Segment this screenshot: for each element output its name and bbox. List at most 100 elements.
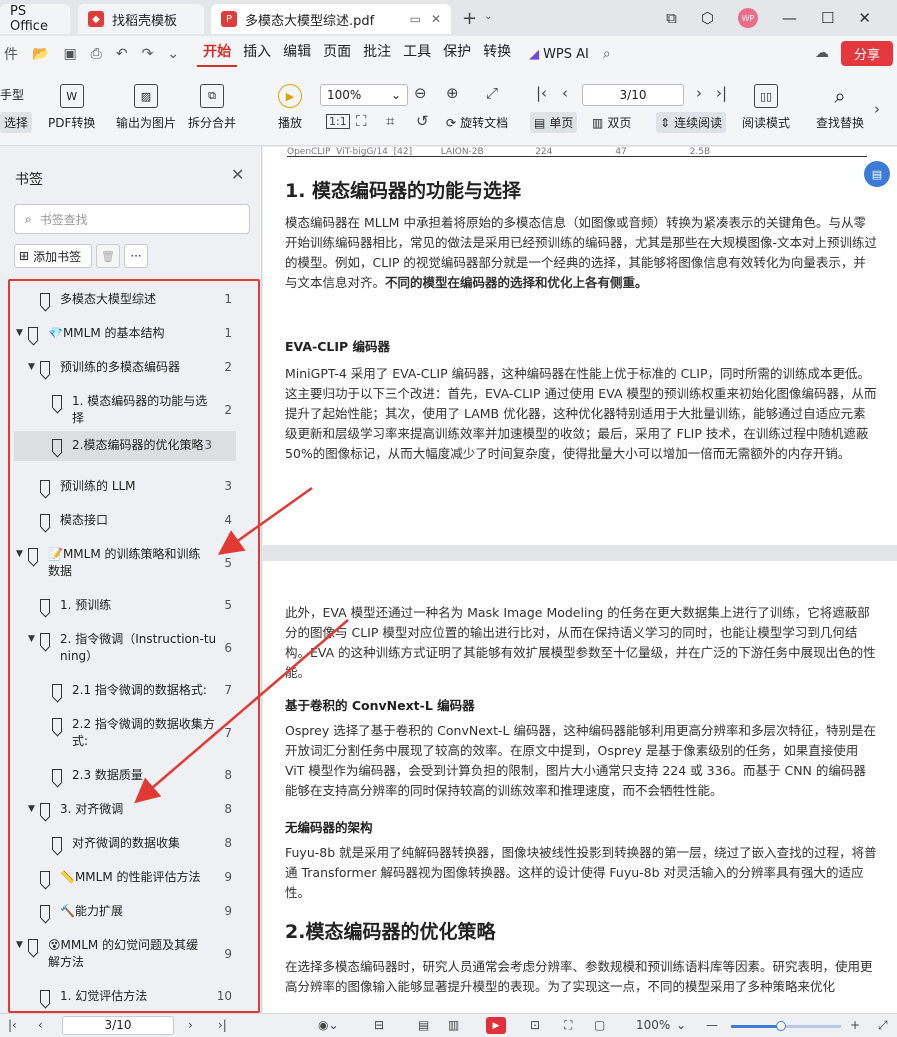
maximize-icon[interactable]: ☐ xyxy=(821,9,834,27)
next-page-icon[interactable]: › xyxy=(188,1018,193,1032)
status-zoom[interactable]: 100% xyxy=(636,1018,670,1032)
double-page-button[interactable]: ▥ 双页 xyxy=(592,114,631,131)
bookmark-item[interactable]: 多模态大模型综述 1 xyxy=(10,291,260,311)
expand-caret-icon[interactable]: ▼ xyxy=(28,634,35,644)
bookmark-item[interactable]: ▼ 预训练的多模态编码器 2 xyxy=(10,359,260,379)
fit-icon[interactable]: ⊡ xyxy=(530,1018,540,1032)
fullscreen-icon[interactable]: ⤢ xyxy=(878,1018,888,1033)
select-tool[interactable]: 选择 xyxy=(0,112,33,133)
bookmark-item[interactable]: 2.1 指令微调的数据格式: 7 xyxy=(10,682,260,702)
bookmark-item[interactable]: 🔨能力扩展 9 xyxy=(10,903,260,923)
screen-icon[interactable]: ▢ xyxy=(594,1018,605,1032)
single-page-button[interactable]: ▤ 单页 xyxy=(530,112,578,133)
chevron-down-icon[interactable]: ⌄ xyxy=(676,1018,686,1032)
status-page-input[interactable]: 3/10 xyxy=(62,1016,174,1035)
menu-item[interactable]: 插入 xyxy=(237,41,277,67)
zoom-out-icon[interactable]: ⊖ xyxy=(414,84,427,102)
rotate-left-icon[interactable]: ↺ xyxy=(416,112,429,130)
new-tab-icon[interactable]: + xyxy=(462,8,477,29)
undo-icon[interactable]: ↶ xyxy=(116,46,128,62)
add-bookmark-button[interactable]: ⊞ 添加书签 xyxy=(14,244,92,268)
bookmark-item[interactable]: 预训练的 LLM 3 xyxy=(10,478,260,498)
redo-icon[interactable]: ↷ xyxy=(142,46,154,62)
bookmark-item[interactable]: ▼ 😵MMLM 的幻觉问题及其缓 解方法 9 xyxy=(10,937,260,975)
reading-mode-button[interactable]: ▯▯ 阅读模式 xyxy=(742,84,790,131)
file-menu-icon[interactable]: 件 xyxy=(4,44,18,64)
first-page-icon[interactable]: |‹ xyxy=(8,1018,17,1032)
split-merge-button[interactable]: ⧉ 拆分合并 xyxy=(188,84,236,131)
expand-caret-icon[interactable]: ▼ xyxy=(28,362,35,372)
close-icon[interactable]: ✕ xyxy=(231,165,244,184)
expand-caret-icon[interactable]: ▼ xyxy=(16,940,23,950)
chevron-down-icon[interactable]: ⌄ xyxy=(484,11,492,22)
zoom-out-icon[interactable]: — xyxy=(706,1018,718,1032)
bookmark-item[interactable]: 📏MMLM 的性能评估方法 9 xyxy=(10,869,260,889)
expand-caret-icon[interactable]: ▼ xyxy=(16,549,23,559)
print-icon[interactable]: ⎙ xyxy=(91,46,102,62)
pdf-convert-button[interactable]: W PDF转换 xyxy=(48,84,95,131)
wps-ai-button[interactable]: ◢ WPS AI xyxy=(529,47,589,62)
bookmark-item[interactable]: 2.模态编码器的优化策略 3 xyxy=(14,431,236,461)
menu-item[interactable]: 页面 xyxy=(317,41,357,67)
tab-wps-office[interactable]: PS Office xyxy=(0,4,70,34)
continuous-reading-button[interactable]: ⇕ 连续阅读 xyxy=(656,112,727,133)
menu-item[interactable]: 开始 xyxy=(197,41,238,67)
bookmark-search-input[interactable]: ⌕ 书签查找 xyxy=(14,204,250,234)
zoom-in-icon[interactable]: + xyxy=(850,1018,860,1032)
open-folder-icon[interactable]: 📂 xyxy=(32,46,49,62)
tab-pdf-document[interactable]: P 多模态大模型综述.pdf ▭ ✕ xyxy=(211,4,451,34)
document-view[interactable]: OpenCLIP ViT-bigG/14 [42] LAION-2B 224 4… xyxy=(263,147,897,1013)
floating-tool-icon[interactable]: ▤ xyxy=(864,161,890,187)
zoom-slider[interactable] xyxy=(731,1021,841,1031)
column-view-icon[interactable]: ⊟ xyxy=(374,1018,384,1032)
double-page-icon[interactable]: ▥ xyxy=(448,1018,459,1032)
play-button[interactable]: ▶ 播放 xyxy=(278,84,302,131)
fit-width-icon[interactable]: ⤢ xyxy=(486,84,498,102)
bookmark-item[interactable]: 1. 幻觉评估方法 10 xyxy=(10,988,260,1008)
delete-bookmark-icon[interactable]: 🗑 xyxy=(96,244,120,268)
last-page-icon[interactable]: ›| xyxy=(716,84,727,102)
bookmark-item[interactable]: ▼ 💎MMLM 的基本结构 1 xyxy=(10,325,260,345)
crop-icon[interactable]: ⛶ xyxy=(564,1018,572,1033)
search-icon[interactable]: ⌕ xyxy=(603,46,611,62)
fit-page-icon[interactable]: ⛶ xyxy=(356,112,367,130)
expand-caret-icon[interactable]: ▼ xyxy=(28,804,35,814)
bookmark-item[interactable]: 1. 模态编码器的功能与选择 2 xyxy=(10,393,260,431)
eye-icon[interactable]: ◉⌄ xyxy=(318,1018,339,1032)
tab-docer-templates[interactable]: ◆ 找稻壳模板 xyxy=(78,4,204,34)
single-page-icon[interactable]: ▤ xyxy=(418,1018,429,1032)
rotate-document-button[interactable]: ⟳ 旋转文档 xyxy=(446,114,508,131)
avatar[interactable]: WP xyxy=(737,8,758,28)
tab-view-icon[interactable]: ⧉ xyxy=(666,9,677,27)
bookmark-item[interactable]: 2.2 指令微调的数据收集方 式: 7 xyxy=(10,716,260,754)
share-button[interactable]: 分享 xyxy=(841,41,893,66)
prev-page-icon[interactable]: ‹ xyxy=(38,1018,43,1032)
zoom-select[interactable]: 100% ⌄ xyxy=(320,84,408,106)
bookmark-item[interactable]: ▼ 3. 对齐微调 8 xyxy=(10,801,260,821)
page-number-input[interactable]: 3/10 xyxy=(582,84,684,106)
close-tab-icon[interactable]: ✕ xyxy=(431,12,441,26)
crop-icon[interactable]: ⌗ xyxy=(386,112,394,130)
menu-item[interactable]: 保护 xyxy=(437,41,477,67)
save-icon[interactable]: ▣ xyxy=(63,46,76,62)
first-page-icon[interactable]: |‹ xyxy=(536,84,547,102)
hand-tool[interactable]: 手型 xyxy=(0,86,24,103)
more-options-button[interactable]: ··· xyxy=(124,244,148,268)
chevron-down-icon[interactable]: ⌄ xyxy=(167,46,179,62)
cube-icon[interactable]: ⬡ xyxy=(701,9,714,27)
menu-item[interactable]: 工具 xyxy=(397,41,437,67)
play-icon[interactable]: ▶ xyxy=(486,1017,506,1034)
last-page-icon[interactable]: ›| xyxy=(218,1018,227,1032)
next-page-icon[interactable]: › xyxy=(696,84,702,102)
export-image-button[interactable]: ▨ 输出为图片 xyxy=(116,84,176,131)
ribbon-scroll-right-icon[interactable]: › xyxy=(874,100,880,118)
cloud-upload-icon[interactable]: ☁ xyxy=(815,45,829,61)
find-replace-button[interactable]: ⌕ 查找替换 xyxy=(816,84,864,131)
close-window-icon[interactable]: ✕ xyxy=(858,9,871,27)
prev-page-icon[interactable]: ‹ xyxy=(562,84,568,102)
menu-item[interactable]: 批注 xyxy=(357,41,397,67)
actual-size-icon[interactable]: 1:1 xyxy=(326,114,350,129)
zoom-slider-knob[interactable] xyxy=(775,1021,786,1031)
zoom-in-icon[interactable]: ⊕ xyxy=(446,84,459,102)
menu-item[interactable]: 编辑 xyxy=(277,41,317,67)
